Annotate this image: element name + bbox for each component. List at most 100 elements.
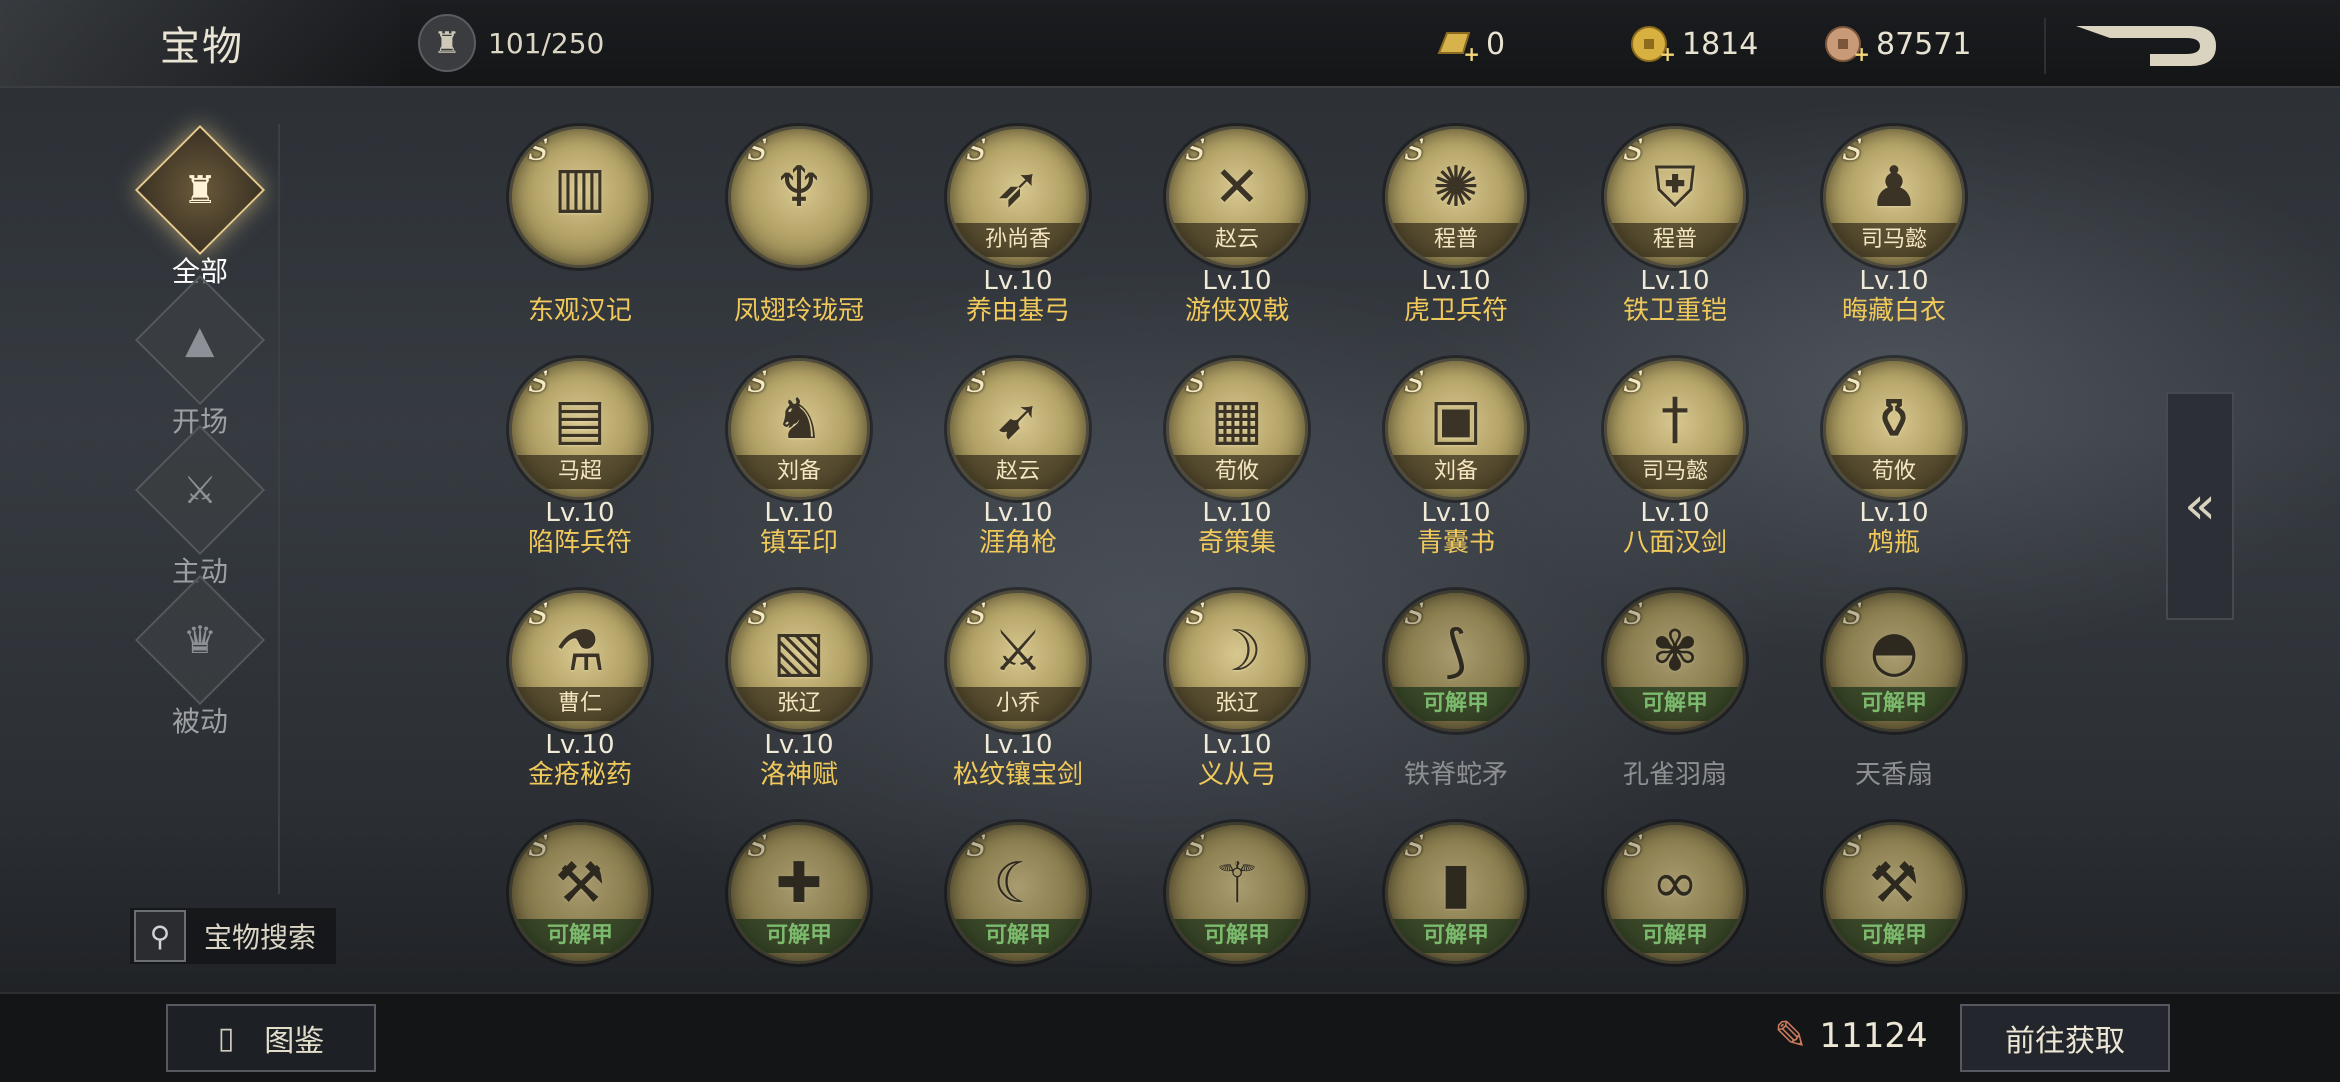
treasure-item[interactable]: S ▦ 荀攸 Lv.10 奇策集 [1157,358,1317,558]
treasure-level: Lv.10 [1859,266,1929,296]
divider [2044,18,2046,74]
treasure-capacity: ♜ 101/250 [418,14,604,72]
treasure-name: 游侠双戟 [1184,296,1289,326]
collapse-panel-button[interactable]: « [2166,392,2234,620]
green-book-icon: ▣ [1429,387,1483,452]
owner-label: 刘备 [731,455,867,489]
treasure-orb: S ➶ 孙尚香 [947,126,1089,268]
codex-label: 图鉴 [264,1024,325,1059]
top-bar: 宝物 ♜ 101/250 + 0 + 1814 + 87571 [0,0,2340,88]
treasure-name: 陷阵兵符 [527,528,632,558]
tablets-icon: ▮ [1440,851,1472,916]
treasure-level: Lv.10 [1640,498,1710,528]
treasure-level: Lv.10 [983,730,1053,760]
treasure-item[interactable]: S ♆ 凤翅玲珑冠 [719,126,879,326]
treasure-item[interactable]: S ⚗ 曹仁 Lv.10 金疮秘药 [500,590,660,790]
treasure-orb: S ⚔ 小乔 [947,590,1089,732]
treasure-item[interactable]: S † 司马懿 Lv.10 八面汉剑 [1595,358,1755,558]
axe-icon: ⚒ [554,851,606,916]
unlockable-badge: 可解甲 [1388,919,1524,953]
war-axe-icon: ⚒ [1868,851,1920,916]
treasure-item[interactable]: S ☾ 可解甲 [938,822,1098,964]
unlockable-badge: 可解甲 [512,919,648,953]
spear-icon: ➹ [994,387,1042,452]
treasure-item[interactable]: S ✺ 程普 Lv.10 虎卫兵符 [1376,126,1536,326]
treasure-item[interactable]: S ⚚ 可解甲 [1157,822,1317,964]
treasure-name: 铁卫重铠 [1622,296,1727,326]
heavy-armor-icon: ⛨ [1654,155,1696,220]
treasure-item[interactable]: S ✚ 可解甲 [719,822,879,964]
treasure-name: 铁脊蛇矛 [1403,760,1508,790]
category-tab-active[interactable]: ⚔ 主动 [130,424,270,590]
category-tab-opening[interactable]: ▲ 开场 [130,274,270,440]
treasure-orb: S ▦ 荀攸 [1166,358,1308,500]
treasure-item[interactable]: S ✕ 赵云 Lv.10 游侠双戟 [1157,126,1317,326]
treasure-item[interactable]: S ⛨ 程普 Lv.10 铁卫重铠 [1595,126,1755,326]
owner-label: 张辽 [731,687,867,721]
treasure-orb: S ▮ 可解甲 [1385,822,1527,964]
treasure-item[interactable]: S ♟ 司马懿 Lv.10 晦藏白衣 [1814,126,1974,326]
scroll-icon: ▧ [772,619,826,684]
category-tab-passive[interactable]: ♛ 被动 [130,574,270,740]
owner-label: 赵云 [950,455,1086,489]
treasure-item[interactable]: S ♞ 刘备 Lv.10 镇军印 [719,358,879,558]
treasure-orb: S ▤ 马超 [509,358,651,500]
treasure-name: 青囊书 [1416,528,1495,558]
category-tab-all[interactable]: ♜ 全部 [130,124,270,290]
treasure-orb: S ⛨ 程普 [1604,126,1746,268]
mace-icon: ⚚ [1211,851,1263,916]
treasure-item[interactable]: S ◓ 可解甲天香扇 [1814,590,1974,790]
gold-ingot-currency[interactable]: + 0 [1430,22,1505,66]
longbow-icon: ☽ [1211,619,1263,684]
treasure-orb: S ◓ 可解甲 [1823,590,1965,732]
treasure-item[interactable]: S ⚒ 可解甲 [500,822,660,964]
serpent-spear-icon: ⟆ [1445,619,1467,684]
treasure-item[interactable]: S ⚔ 小乔 Lv.10 松纹镶宝剑 [938,590,1098,790]
treasure-item[interactable]: S ⚱ 荀攸 Lv.10 鸩瓶 [1814,358,1974,558]
treasure-name: 虎卫兵符 [1403,296,1508,326]
treasure-item[interactable]: S ⚒ 可解甲 [1814,822,1974,964]
military-token-icon: ▤ [553,387,607,452]
treasure-search-button[interactable]: ⚲ 宝物搜索 [130,908,336,964]
search-label: 宝物搜索 [204,921,317,954]
treasure-item[interactable]: S ☽ 张辽 Lv.10 义从弓 [1157,590,1317,790]
treasure-orb: S ✾ 可解甲 [1604,590,1746,732]
treasure-level: Lv.10 [1421,498,1491,528]
copper-coin-currency[interactable]: + 87571 [1820,22,1971,66]
treasure-item[interactable]: S ▮ 可解甲 [1376,822,1536,964]
go-obtain-button[interactable]: 前往获取 [1960,1004,2170,1072]
treasure-level: Lv.10 [1421,266,1491,296]
treasure-name: 晦藏白衣 [1841,296,1946,326]
treasure-item[interactable]: S ▤ 马超 Lv.10 陷阵兵符 [500,358,660,558]
treasure-item[interactable]: S ▥ 东观汉记 [500,126,660,326]
unlockable-badge: 可解甲 [1607,919,1743,953]
owner-label: 小乔 [950,687,1086,721]
treasure-orb: S ♆ [728,126,870,268]
opening-category-icon: ▲ [134,274,266,406]
unlockable-badge: 可解甲 [1607,687,1743,721]
treasure-name: 金疮秘药 [527,760,632,790]
treasure-level: Lv.10 [1640,266,1710,296]
search-icon: ⚲ [134,910,186,962]
gold-coin-currency[interactable]: + 1814 [1626,22,1758,66]
treasure-orb: S ⚒ 可解甲 [509,822,651,964]
treasure-shard-counter: ✎ 11124 [1774,1010,1928,1062]
owner-label: 荀攸 [1826,455,1962,489]
treasure-item[interactable]: S ⟆ 可解甲 铁脊蛇矛 [1376,590,1536,790]
copper-coin-value: 87571 [1876,26,1972,62]
treasure-item[interactable]: S ✾ 可解甲 孔雀羽扇 [1595,590,1755,790]
treasure-item[interactable]: S ➶ 孙尚香 Lv.10 养由基弓 [938,126,1098,326]
treasure-name: 天香扇 [1854,760,1933,790]
unlockable-badge: 可解甲 [1169,919,1305,953]
treasure-item[interactable]: S ▣ 刘备 Lv.10 青囊书 [1376,358,1536,558]
back-button[interactable] [2070,18,2220,74]
twin-halberds-icon: ✕ [1213,155,1261,220]
codex-button[interactable]: ▯ 图鉴 [166,1004,376,1072]
treasure-item[interactable]: S ▧ 张辽 Lv.10 洛神赋 [719,590,879,790]
treasure-name: 凤翅玲珑冠 [733,296,864,326]
owner-label: 荀攸 [1169,455,1305,489]
unlockable-badge: 可解甲 [1826,687,1962,721]
treasure-item[interactable]: S ∞ 可解甲 [1595,822,1755,964]
treasure-level: Lv.10 [983,266,1053,296]
treasure-item[interactable]: S ➹ 赵云 Lv.10 涯角枪 [938,358,1098,558]
